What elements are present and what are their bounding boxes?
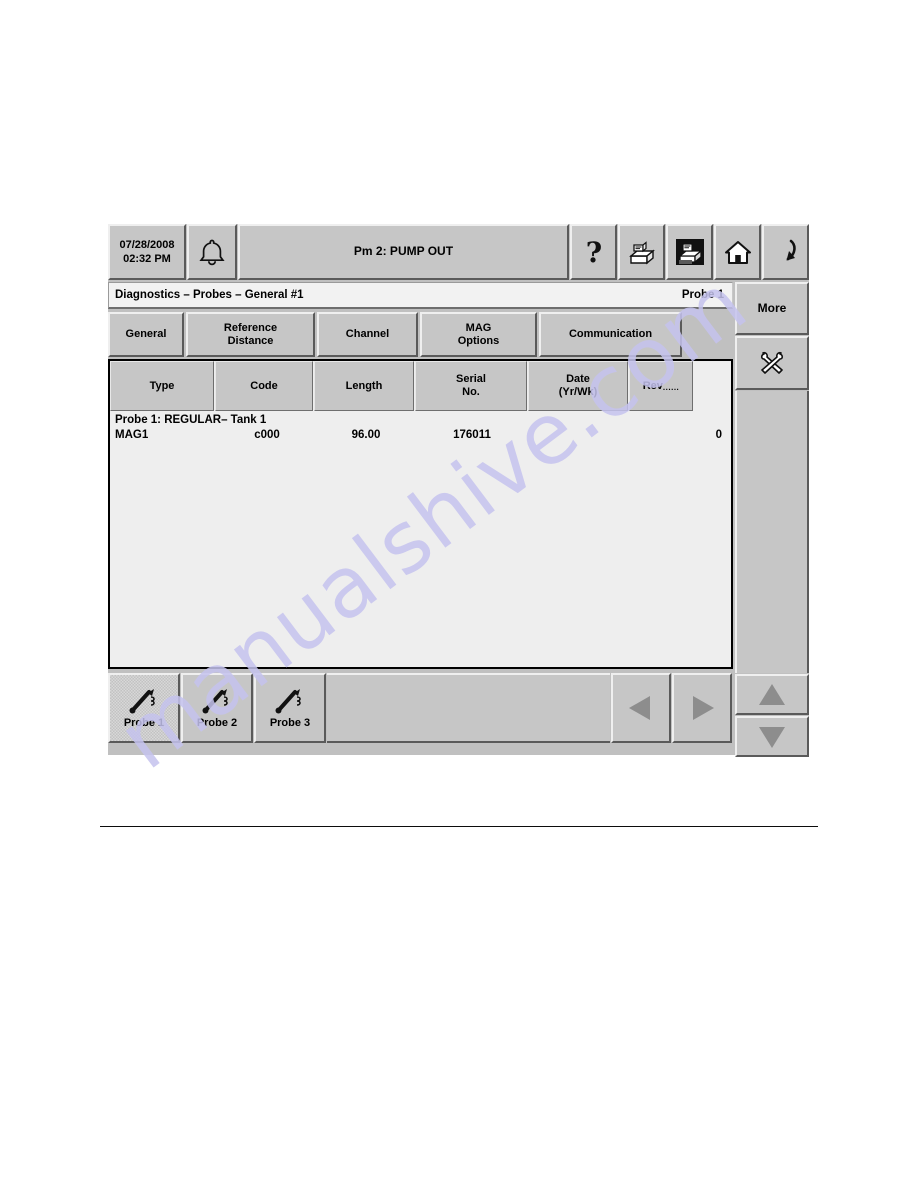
report-printer-icon — [626, 236, 658, 268]
status-title[interactable]: Pm 2: PUMP OUT — [238, 224, 569, 280]
column-header-code[interactable]: Code — [215, 361, 313, 411]
scroll-down-button[interactable] — [735, 716, 809, 757]
bell-icon — [197, 236, 227, 268]
tab-communication[interactable]: Communication — [539, 312, 682, 357]
back-button[interactable] — [762, 224, 809, 280]
cell-serial-no: 176011 — [453, 429, 491, 441]
breadcrumb-path: Diagnostics – Probes – General #1 — [115, 289, 304, 301]
probe-button-1[interactable]: Probe 1 — [108, 673, 180, 743]
table-body: Probe 1: REGULAR– Tank 1 MAG1 c000 96.00… — [110, 411, 731, 442]
column-header-length[interactable]: Length — [314, 361, 414, 411]
tab-mag-options[interactable]: MAG Options — [420, 312, 537, 357]
tools-button[interactable] — [735, 336, 809, 390]
page-right-button[interactable] — [672, 673, 732, 743]
column-header-code-label: Code — [250, 379, 278, 392]
column-header-serial-no[interactable]: Serial No. — [415, 361, 527, 411]
column-header-date-line2: (Yr/Wk) — [558, 386, 598, 398]
probe-button-2[interactable]: Probe 2 — [181, 673, 253, 743]
print-report-button[interactable] — [618, 224, 665, 280]
status-title-text: Pm 2: PUMP OUT — [353, 244, 454, 259]
crossed-tools-icon — [755, 347, 789, 379]
svg-text:?: ? — [585, 236, 601, 268]
more-button-label: More — [757, 300, 787, 315]
tab-reference-distance[interactable]: Reference Distance — [186, 312, 315, 357]
column-header-rev[interactable]: Rev ...... — [629, 361, 693, 411]
column-header-date-line1: Date — [566, 373, 590, 386]
sidebar-filler — [735, 391, 809, 673]
cell-date — [528, 429, 628, 441]
probe-button-3-label: Probe 3 — [269, 717, 311, 730]
tab-general[interactable]: General — [108, 312, 184, 357]
more-button[interactable]: More — [735, 282, 809, 335]
cell-type: MAG1 — [115, 429, 149, 441]
triangle-down-icon — [755, 723, 789, 751]
header-time: 02:32 PM — [123, 252, 171, 265]
table-header-row: Type Code Length Serial No. Date (Yr/Wk) — [110, 361, 731, 411]
tab-channel[interactable]: Channel — [317, 312, 418, 357]
return-arrow-icon — [771, 236, 801, 268]
page-divider-rule — [100, 826, 818, 827]
tab-mag-options-line2: Options — [457, 334, 500, 347]
cell-length: 96.00 — [351, 429, 381, 441]
console-screen: 07/28/2008 02:32 PM Pm 2: PUMP OUT ? Dia… — [108, 224, 809, 757]
tab-channel-label: Channel — [345, 328, 390, 341]
breadcrumb-context: Probe 1 — [681, 289, 724, 301]
page-left-button[interactable] — [611, 673, 671, 743]
tab-reference-distance-line2: Distance — [227, 334, 274, 347]
column-header-rev-label: Rev — [642, 379, 663, 392]
alarm-button[interactable] — [187, 224, 237, 280]
home-button[interactable] — [714, 224, 761, 280]
probe-table: Type Code Length Serial No. Date (Yr/Wk) — [108, 359, 733, 669]
table-row[interactable]: MAG1 c000 96.00 176011 0 — [114, 428, 727, 442]
table-group-title: Probe 1: REGULAR– Tank 1 — [115, 414, 267, 426]
tab-mag-options-line1: MAG — [465, 321, 492, 334]
probe-button-2-label: Probe 2 — [196, 717, 238, 730]
datetime-display: 07/28/2008 02:32 PM — [108, 224, 186, 280]
column-header-date[interactable]: Date (Yr/Wk) — [528, 361, 628, 411]
home-icon — [723, 237, 753, 267]
cell-rev: 0 — [715, 429, 722, 441]
console-header: 07/28/2008 02:32 PM Pm 2: PUMP OUT ? — [108, 224, 809, 280]
breadcrumb: Diagnostics – Probes – General #1 Probe … — [108, 282, 733, 309]
column-header-rev-ellipsis: ...... — [662, 383, 680, 393]
tab-communication-label: Communication — [568, 328, 653, 341]
bottom-bar: Probe 1 Probe 2 Probe 3 — [108, 673, 733, 743]
probe-icon — [126, 686, 162, 716]
probe-button-3[interactable]: Probe 3 — [254, 673, 326, 743]
triangle-right-icon — [685, 692, 719, 724]
cell-code: c000 — [254, 429, 280, 441]
column-header-serial-line1: Serial — [456, 373, 486, 386]
bottom-bar-spacer — [327, 673, 610, 743]
probe-icon — [272, 686, 308, 716]
active-report-button[interactable] — [666, 224, 713, 280]
column-header-type[interactable]: Type — [110, 361, 214, 411]
probe-icon — [199, 686, 235, 716]
column-header-type-label: Type — [149, 379, 175, 392]
scroll-up-button[interactable] — [735, 674, 809, 715]
help-button[interactable]: ? — [570, 224, 617, 280]
column-header-serial-line2: No. — [462, 386, 480, 398]
right-sidebar: More — [735, 282, 809, 757]
question-mark-icon: ? — [581, 236, 607, 268]
tab-reference-distance-line1: Reference — [223, 321, 278, 334]
column-header-length-label: Length — [345, 379, 383, 392]
tab-bar: General Reference Distance Channel MAG O… — [108, 312, 733, 357]
triangle-left-icon — [624, 692, 658, 724]
report-highlighted-icon — [674, 236, 706, 268]
tab-general-label: General — [125, 328, 167, 341]
probe-button-1-label: Probe 1 — [123, 717, 165, 730]
triangle-up-icon — [755, 681, 789, 709]
header-date: 07/28/2008 — [119, 238, 175, 251]
